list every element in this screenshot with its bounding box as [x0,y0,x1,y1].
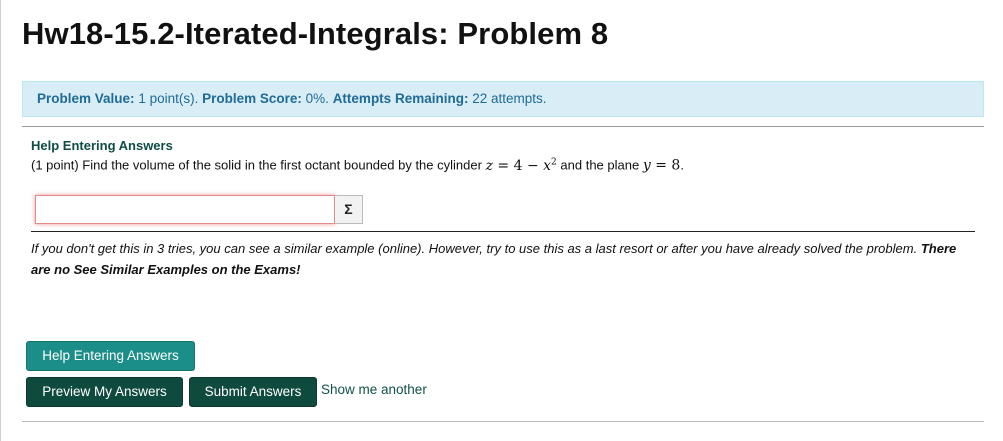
math-expression: 4 − [513,157,539,174]
math-equals: = [497,157,510,174]
answer-divider [31,231,975,232]
preview-answers-button[interactable]: Preview My Answers [26,377,183,407]
answer-input[interactable] [35,195,335,224]
similar-example-note: If you don't get this in 3 tries, you ca… [31,238,971,280]
sigma-icon: Σ [344,201,353,217]
bottom-divider [22,421,984,422]
cylinder-equation: z = 4 − x2 [485,157,557,174]
math-var-x: x [543,157,552,174]
math-value: 8 [671,157,681,174]
problem-score-text: 0%. [305,91,329,106]
problem-info-bar: Problem Value: 1 point(s). Problem Score… [22,81,984,117]
help-entering-answers-link[interactable]: Help Entering Answers [31,138,173,153]
math-var-y: y [642,157,651,174]
plane-equation: y = 8 [643,158,680,174]
equation-editor-button[interactable]: Σ [335,195,363,224]
show-me-another-link[interactable]: Show me another [321,382,427,397]
page-title: Hw18-15.2-Iterated-Integrals: Problem 8 [22,16,609,51]
attempts-remaining-label: Attempts Remaining: [332,91,469,106]
problem-prefix: (1 point) Find the volume of the solid i… [31,157,482,173]
math-equals-2: = [655,157,667,174]
help-entering-answers-button[interactable]: Help Entering Answers [26,341,195,371]
problem-connector: and the plane [560,157,640,173]
attempts-remaining-text: 22 attempts. [472,91,547,106]
problem-suffix: . [680,157,684,173]
problem-page: Hw18-15.2-Iterated-Integrals: Problem 8 … [0,0,1003,441]
problem-value-label: Problem Value: [37,91,135,106]
submit-answers-button[interactable]: Submit Answers [189,377,317,407]
top-divider [22,126,984,127]
math-var-z: z [485,157,493,174]
note-text: If you don't get this in 3 tries, you ca… [31,241,918,256]
problem-statement: (1 point) Find the volume of the solid i… [31,157,684,174]
problem-score-label: Problem Score: [202,91,302,106]
problem-value-text: 1 point(s). [138,91,199,106]
math-exponent: 2 [551,157,557,167]
